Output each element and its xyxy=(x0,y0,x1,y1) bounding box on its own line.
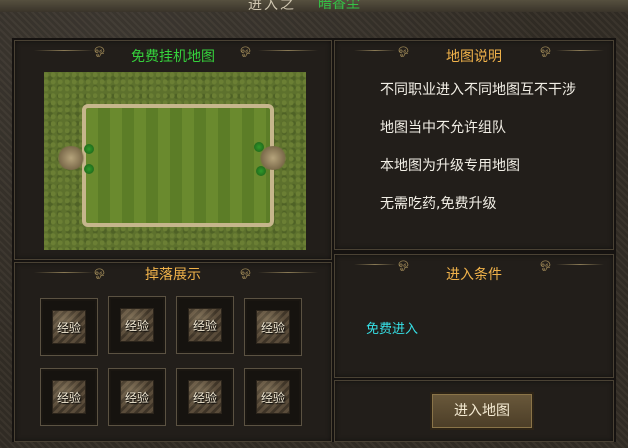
tree-icon xyxy=(84,164,94,174)
drop-slot[interactable]: 经验 xyxy=(40,298,98,356)
description-line: 地图当中不允许组队 xyxy=(380,120,506,136)
description-panel: ஓ ஓ 地图说明 xyxy=(334,40,614,250)
exp-item-icon: 经验 xyxy=(52,310,86,344)
drop-slot[interactable]: 经验 xyxy=(40,368,98,426)
condition-text: 免费进入 xyxy=(366,322,419,337)
exp-item-icon: 经验 xyxy=(256,310,290,344)
map-preview-image xyxy=(44,72,306,250)
top-banner-text: 进入之 xyxy=(248,0,296,12)
tree-icon xyxy=(256,166,266,176)
exp-item-icon: 经验 xyxy=(52,380,86,414)
map-title: 免费挂机地图 xyxy=(131,49,215,65)
drops-title: 掉落展示 xyxy=(145,267,201,283)
top-banner: 进入之 暗香尘 xyxy=(0,0,628,12)
drop-slot[interactable]: 经验 xyxy=(176,296,234,354)
tree-icon xyxy=(254,142,264,152)
description-line: 本地图为升级专用地图 xyxy=(380,158,520,174)
drop-slot[interactable]: 经验 xyxy=(176,368,234,426)
exp-item-icon: 经验 xyxy=(188,308,222,342)
description-line: 不同职业进入不同地图互不干涉 xyxy=(380,82,576,98)
exp-item-icon: 经验 xyxy=(188,380,222,414)
description-title: 地图说明 xyxy=(446,49,502,65)
conditions-title: 进入条件 xyxy=(446,267,502,283)
rock-decoration xyxy=(56,146,86,170)
drop-slot[interactable]: 经验 xyxy=(108,368,166,426)
enter-map-button[interactable]: 进入地图 xyxy=(430,392,534,430)
exp-item-icon: 经验 xyxy=(120,308,154,342)
description-line: 无需吃药,免费升级 xyxy=(380,196,497,212)
drop-slot[interactable]: 经验 xyxy=(108,296,166,354)
exp-item-icon: 经验 xyxy=(256,380,290,414)
top-banner-text-green: 暗香尘 xyxy=(318,0,360,12)
exp-item-icon: 经验 xyxy=(120,380,154,414)
conditions-panel: ஓ ஓ 进入条件 xyxy=(334,254,614,378)
map-field-area xyxy=(82,104,274,227)
tree-icon xyxy=(84,144,94,154)
drop-slot[interactable]: 经验 xyxy=(244,368,302,426)
drop-slot[interactable]: 经验 xyxy=(244,298,302,356)
